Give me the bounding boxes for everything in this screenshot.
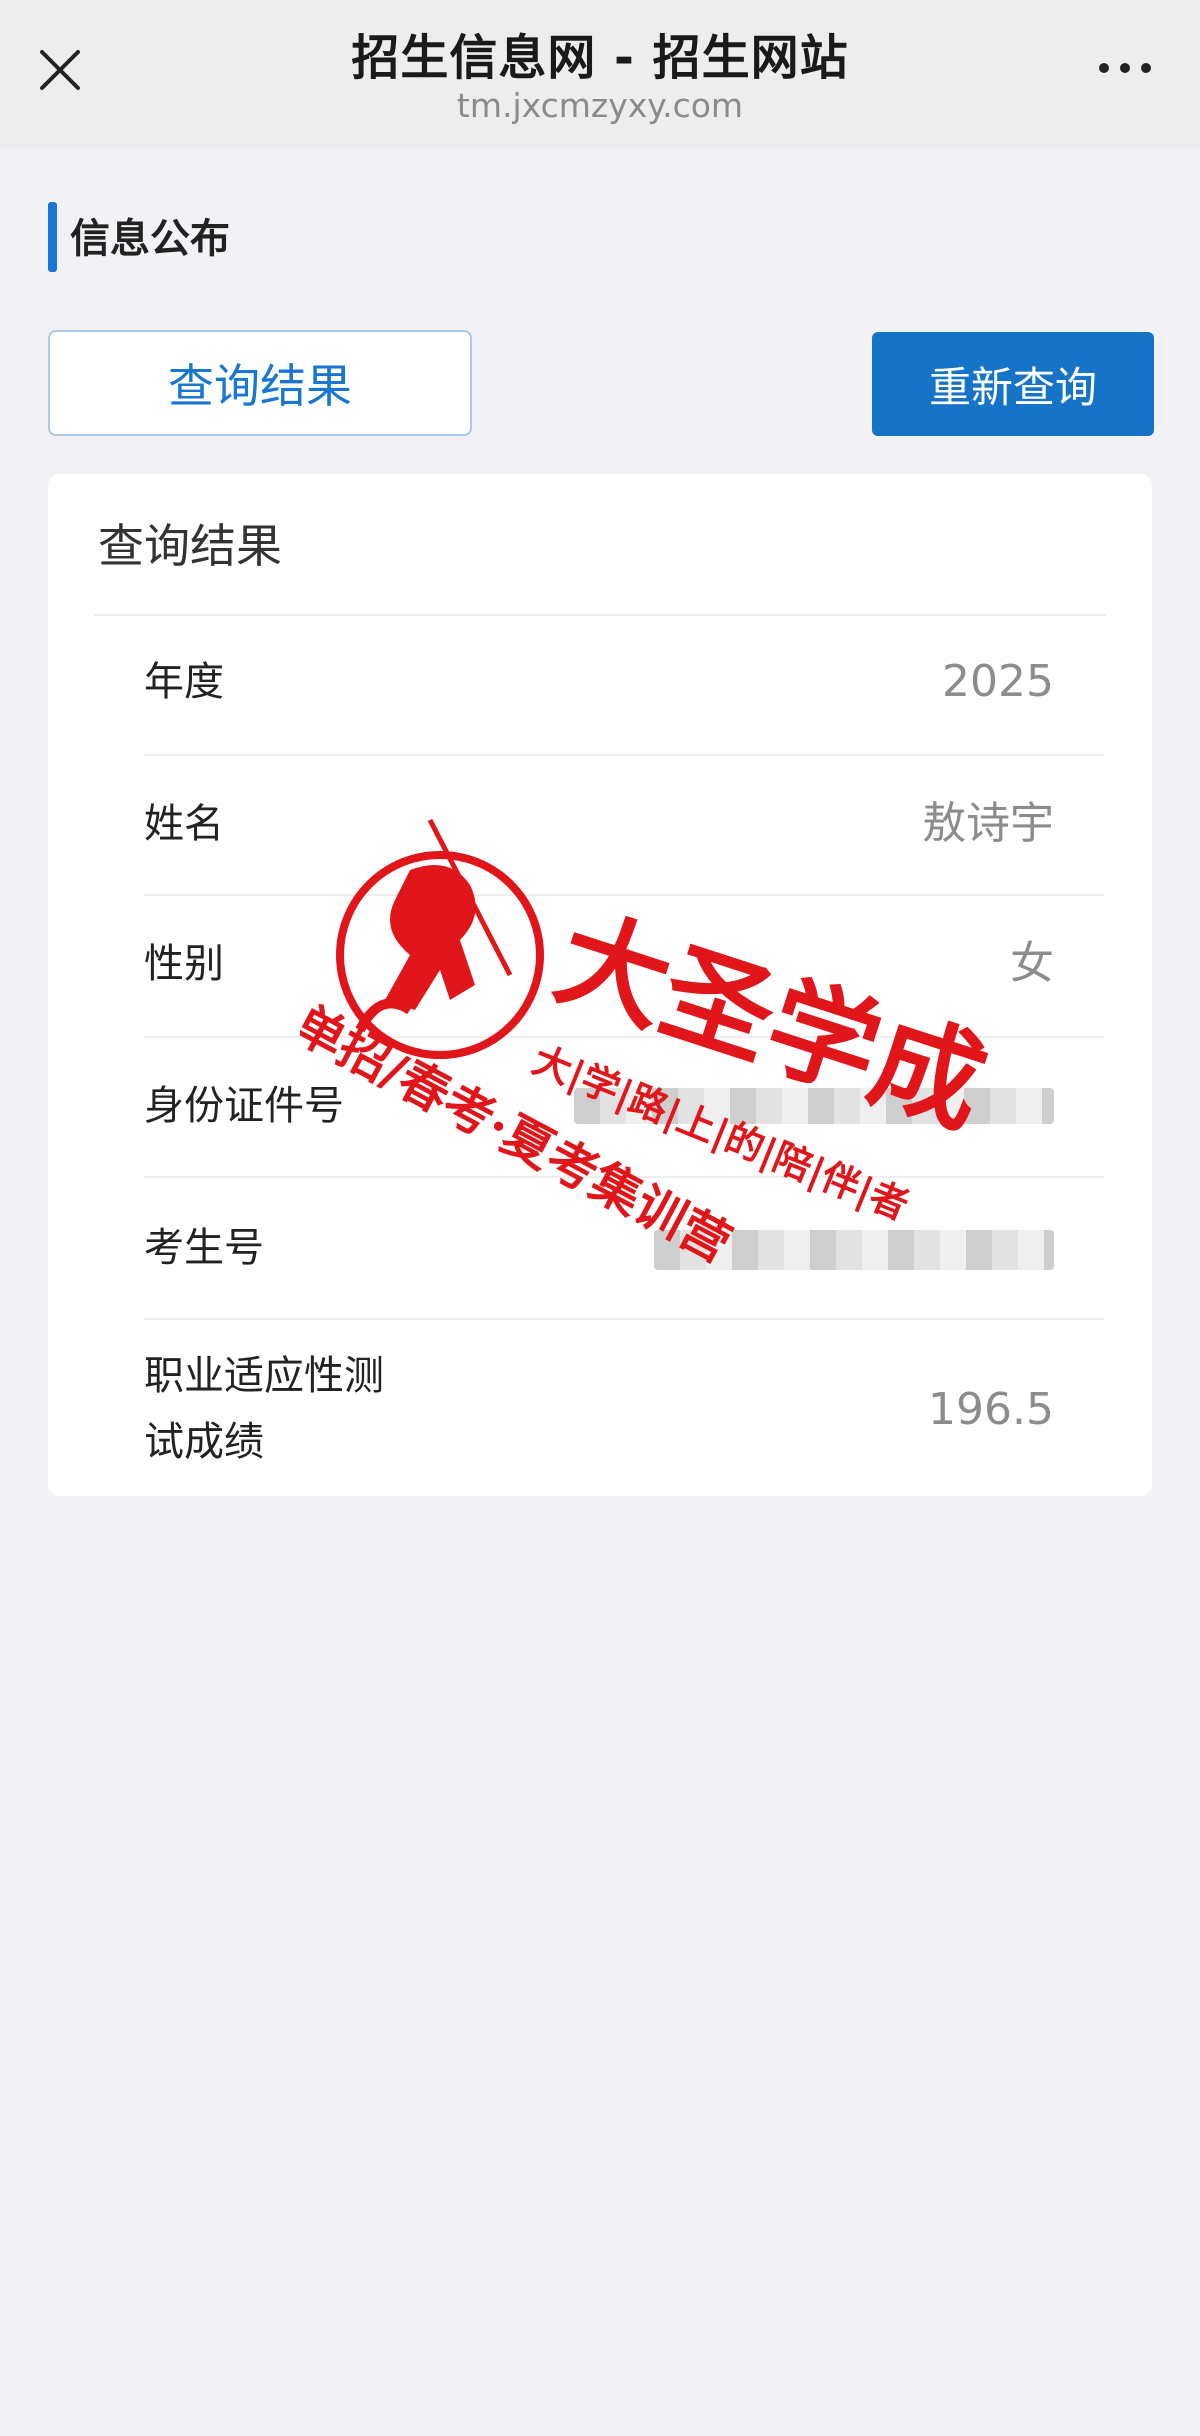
- row-label: 性别: [144, 941, 224, 987]
- row-label: 年度: [144, 659, 224, 705]
- row-separator: [144, 1318, 1104, 1320]
- row-label-line1: 职业适应性测: [144, 1353, 384, 1399]
- row-separator: [144, 1176, 1104, 1178]
- card-divider: [94, 614, 1106, 616]
- row-value: 敖诗宇: [922, 798, 1054, 849]
- row-value: 2025: [942, 656, 1054, 707]
- row-label: 姓名: [144, 801, 224, 847]
- row-label-line2: 试成绩: [144, 1419, 264, 1465]
- section-accent-bar: [48, 202, 57, 272]
- section-title: 信息公布: [70, 216, 230, 262]
- row-value: 196.5: [928, 1384, 1054, 1435]
- more-icon[interactable]: [1090, 48, 1160, 88]
- row-separator: [144, 754, 1104, 756]
- query-result-tab[interactable]: 查询结果: [48, 330, 472, 436]
- redacted-value: [574, 1088, 1054, 1124]
- page-title: 招生信息网 - 招生网站: [351, 30, 849, 86]
- browser-top-bar: 招生信息网 - 招生网站 tm.jxcmzyxy.com: [0, 0, 1200, 148]
- row-separator: [144, 894, 1104, 896]
- row-separator: [144, 1036, 1104, 1038]
- requery-button[interactable]: 重新查询: [872, 332, 1154, 436]
- redacted-value: [654, 1230, 1054, 1270]
- card-title: 查询结果: [98, 519, 282, 573]
- row-label: 考生号: [144, 1225, 264, 1271]
- page-url: tm.jxcmzyxy.com: [456, 86, 744, 125]
- row-label: 身份证件号: [144, 1083, 344, 1129]
- result-card: 查询结果 年度 2025 姓名 敖诗宇 性别 女 身份证件号 考生号 职业适应性…: [48, 474, 1152, 1496]
- row-value: 女: [1010, 938, 1054, 989]
